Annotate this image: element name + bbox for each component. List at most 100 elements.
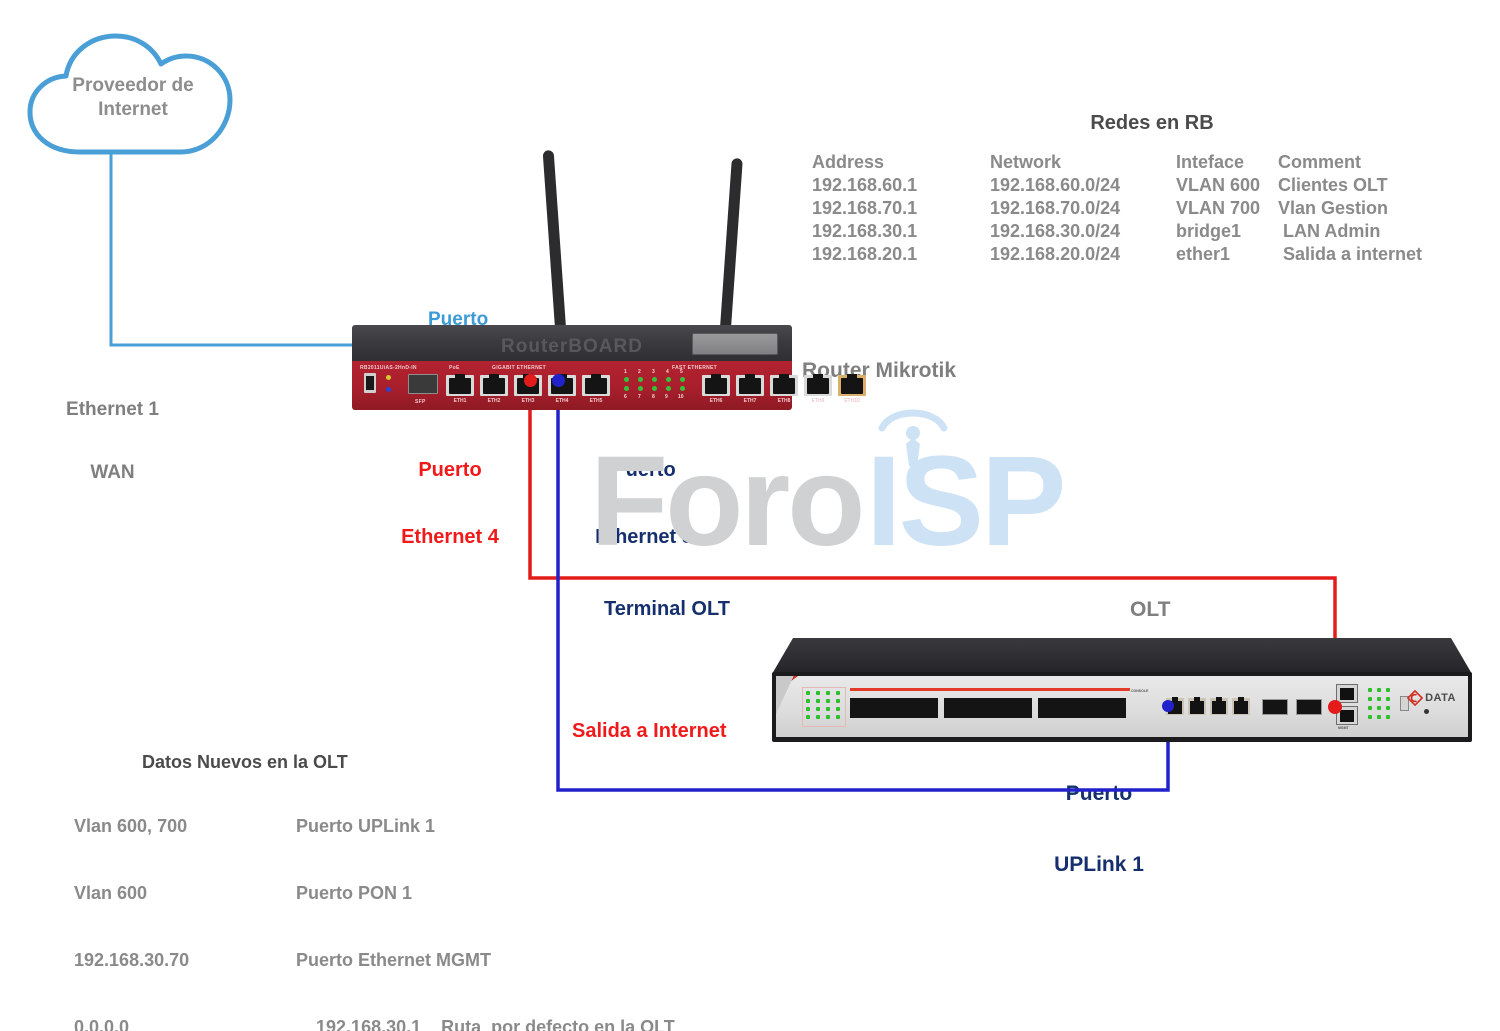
router-led-4 xyxy=(666,377,671,382)
table-row: 192.168.70.1 192.168.70.0/24 VLAN 700 Vl… xyxy=(812,197,1422,220)
router-port-eth5-label: ETH5 xyxy=(589,398,603,404)
cell-address: 192.168.70.1 xyxy=(812,198,918,218)
olt-pon-group-2 xyxy=(944,698,1032,718)
datos-nuevos-row-left: 192.168.30.70 xyxy=(74,950,190,971)
cell-network: 192.168.70.0/24 xyxy=(990,198,1121,218)
table-header-row: Address Network Inteface Comment xyxy=(812,151,1422,174)
bottom-info-section: Datos Nuevos en la OLT Vlan 600, 700 Puer… xyxy=(34,752,734,1031)
router-led-8 xyxy=(652,386,657,391)
router-led-num-1: 1 xyxy=(624,369,627,375)
router-port-eth10-label: ETH10 xyxy=(844,398,860,404)
cell-interface: bridge1 xyxy=(1176,221,1242,241)
table-row: 192.168.30.1 192.168.30.0/24 bridge1 LAN… xyxy=(812,220,1422,243)
olt-sfp-cage-2[interactable] xyxy=(1296,699,1322,715)
router-port-eth1[interactable] xyxy=(446,374,474,396)
redes-en-rb-table: Redes en RB Address Network Inteface Com… xyxy=(812,112,1492,266)
datos-nuevos-row-right: Puerto UPLink 1 xyxy=(296,816,436,837)
datos-nuevos-row-right: Puerto Ethernet MGMT xyxy=(296,950,492,971)
datos-nuevos-row-right: Puerto PON 1 xyxy=(296,883,413,904)
router-sfp-label: SFP xyxy=(415,399,426,405)
router-led-6 xyxy=(624,386,629,391)
router-port-eth1-label: ETH1 xyxy=(453,398,467,404)
datos-nuevos-row-left: Vlan 600 xyxy=(74,883,148,904)
cell-comment: Clientes OLT xyxy=(1278,175,1388,195)
router-sfp-port xyxy=(408,374,438,394)
mikrotik-router-device: RouterBOARD RB2011UiAS-2HnD-IN SFP PoE G… xyxy=(352,150,866,412)
router-led-10 xyxy=(680,386,685,391)
cell-comment: LAN Admin xyxy=(1278,221,1381,241)
router-led-num-6: 6 xyxy=(624,394,627,400)
olt-port-uplink3[interactable] xyxy=(1210,697,1228,715)
olt-pon-accent-bar xyxy=(850,688,1130,691)
cdata-brand-logo: DATA xyxy=(1407,690,1456,706)
datos-nuevos-row-right: 192.168.30.1 Ruta por defecto en la OLT xyxy=(296,1017,675,1031)
router-port-eth4-label: ETH4 xyxy=(555,398,569,404)
router-port-eth8-label: ETH8 xyxy=(777,398,791,404)
router-status-led xyxy=(386,387,391,392)
router-port-eth3-label: ETH3 xyxy=(521,398,535,404)
datos-nuevos-row-left: 0.0.0.0 xyxy=(74,1017,130,1031)
cdata-brand-text: DATA xyxy=(1425,692,1456,704)
router-power-led xyxy=(386,375,391,380)
router-led-3 xyxy=(652,377,657,382)
router-model-text: RB2011UiAS-2HnD-IN xyxy=(360,365,417,371)
olt-mgmt-connection-dot xyxy=(1328,700,1342,714)
datos-nuevos-row: Vlan 600 Puerto PON 1 xyxy=(34,860,734,927)
router-front-panel: RB2011UiAS-2HnD-IN SFP PoE GIGABIT ETHER… xyxy=(352,361,866,410)
router-antenna-left xyxy=(542,150,566,329)
olt-chassis: CONSOLE MGMT DATA xyxy=(772,672,1472,742)
cell-interface: ether1 xyxy=(1176,244,1231,264)
router-port-eth5[interactable] xyxy=(582,374,610,396)
cell-address: 192.168.20.1 xyxy=(812,244,918,264)
olt-console-port[interactable] xyxy=(1336,684,1358,703)
router-brand-text: RouterBOARD xyxy=(501,336,643,357)
olt-port-uplink2[interactable] xyxy=(1188,697,1206,715)
router-led-num-2: 2 xyxy=(638,369,641,375)
olt-sfp-cage-1[interactable] xyxy=(1262,699,1288,715)
header-address: Address xyxy=(812,152,885,172)
cell-address: 192.168.30.1 xyxy=(812,221,918,241)
header-interface: Inteface xyxy=(1176,152,1245,172)
router-led-num-9: 9 xyxy=(665,394,668,400)
olt-pon-group-3 xyxy=(1038,698,1126,718)
router-led-num-7: 7 xyxy=(638,394,641,400)
redes-table: Address Network Inteface Comment 192.168… xyxy=(812,151,1422,266)
router-led-7 xyxy=(638,386,643,391)
router-top-case: RouterBOARD xyxy=(352,325,792,363)
router-port-eth6[interactable] xyxy=(702,374,730,396)
router-port-eth2[interactable] xyxy=(480,374,508,396)
router-led-2 xyxy=(638,377,643,382)
redes-en-rb-title: Redes en RB xyxy=(1090,112,1214,134)
router-led-1 xyxy=(624,377,629,382)
datos-nuevos-row-left: Vlan 600, 700 xyxy=(74,816,188,837)
cell-interface: VLAN 600 xyxy=(1176,175,1261,195)
router-led-bank: 1 2 3 4 5 6 7 8 9 10 xyxy=(620,369,694,401)
datos-nuevos-rows: Vlan 600, 700 Puerto UPLink 1 Vlan 600 Pue… xyxy=(34,793,734,1031)
router-port-eth9[interactable] xyxy=(804,374,832,396)
router-port-eth10[interactable] xyxy=(838,374,866,396)
router-port-eth7[interactable] xyxy=(736,374,764,396)
olt-status-led-matrix xyxy=(802,687,846,727)
olt-console-label: CONSOLE xyxy=(1131,689,1149,693)
cell-address: 192.168.60.1 xyxy=(812,175,918,195)
cell-network: 192.168.20.0/24 xyxy=(990,244,1121,264)
cell-network: 192.168.60.0/24 xyxy=(990,175,1121,195)
olt-uplink-connection-dot xyxy=(1162,700,1174,712)
network-diagram-canvas: Foro ISP Proveedor de Internet Ethernet … xyxy=(0,0,1500,1031)
datos-nuevos-row: 0.0.0.0 192.168.30.1 Ruta por defecto en… xyxy=(34,994,734,1031)
router-lcd-screen xyxy=(692,333,778,355)
router-gigabit-group-label: GIGABIT ETHERNET xyxy=(492,365,546,371)
olt-front-panel: CONSOLE MGMT DATA xyxy=(776,676,1468,737)
table-row: 192.168.60.1 192.168.60.0/24 VLAN 600 Cl… xyxy=(812,174,1422,197)
olt-reset-button[interactable] xyxy=(1424,709,1429,714)
router-port-eth8[interactable] xyxy=(770,374,798,396)
router-antenna-right xyxy=(720,158,743,329)
olt-mgmt-port-label: MGMT xyxy=(1338,726,1349,730)
router-led-num-10: 10 xyxy=(678,394,684,400)
olt-port-uplink4[interactable] xyxy=(1232,697,1250,715)
ether5-connection-dot xyxy=(552,374,565,387)
router-led-num-4: 4 xyxy=(666,369,669,375)
cell-comment: Vlan Gestion xyxy=(1278,198,1389,218)
internet-provider-cloud: Proveedor de Internet xyxy=(18,30,248,160)
router-led-num-5: 5 xyxy=(680,369,683,375)
